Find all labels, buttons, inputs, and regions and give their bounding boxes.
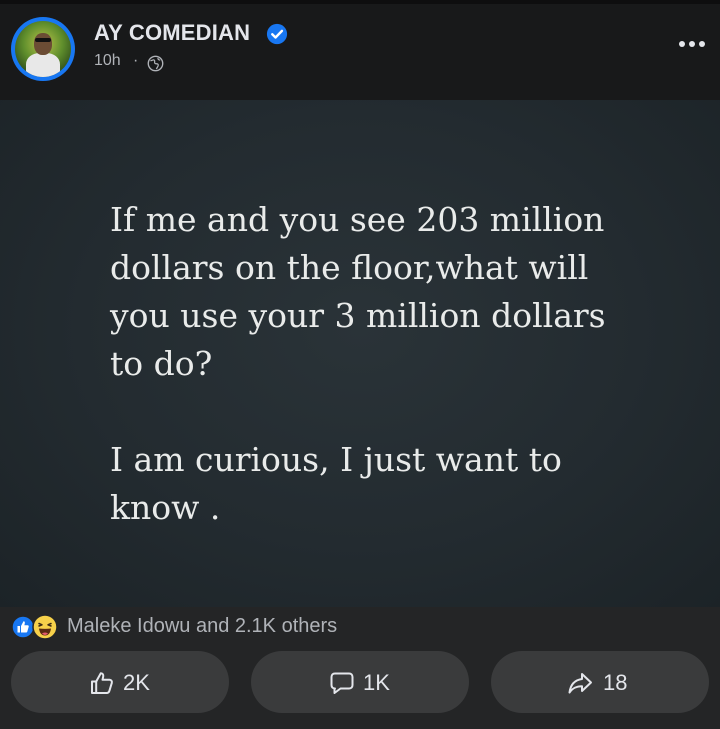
like-count: 2K xyxy=(123,670,150,695)
reactions-bar[interactable]: Maleke Idowu and 2.1K others xyxy=(0,607,720,645)
author-name[interactable]: AY COMEDIAN xyxy=(94,20,250,46)
post-image-text: If me and you see 203 million dollars on… xyxy=(110,196,650,532)
comment-count: 1K xyxy=(363,670,390,695)
share-count: 18 xyxy=(603,670,628,695)
post-actions: 2K 1K 18 xyxy=(0,645,720,729)
post-text-paragraph-1: If me and you see 203 million dollars on… xyxy=(110,200,606,383)
more-options-icon[interactable] xyxy=(676,34,708,54)
post-header: AY COMEDIAN 10h · xyxy=(0,4,720,100)
reaction-summary[interactable]: Maleke Idowu and 2.1K others xyxy=(67,615,337,638)
post-text-paragraph-2: I am curious, I just want to know . xyxy=(110,440,562,527)
comment-icon xyxy=(330,672,354,694)
share-button[interactable]: 18 xyxy=(491,651,709,713)
post-image[interactable]: If me and you see 203 million dollars on… xyxy=(0,100,720,607)
verified-badge-icon xyxy=(266,23,288,45)
avatar[interactable] xyxy=(11,17,75,81)
like-button[interactable]: 2K xyxy=(11,651,229,713)
avatar-photo xyxy=(15,21,71,77)
globe-icon xyxy=(147,55,164,72)
share-arrow-icon xyxy=(568,673,592,694)
post-timestamp[interactable]: 10h xyxy=(94,52,121,70)
thumbs-up-icon xyxy=(91,672,113,694)
comment-button[interactable]: 1K xyxy=(251,651,469,713)
haha-reaction-icon xyxy=(32,614,58,640)
meta-separator: · xyxy=(133,52,139,69)
facebook-post-screen: AY COMEDIAN 10h · If me and you see 203 … xyxy=(0,0,720,729)
